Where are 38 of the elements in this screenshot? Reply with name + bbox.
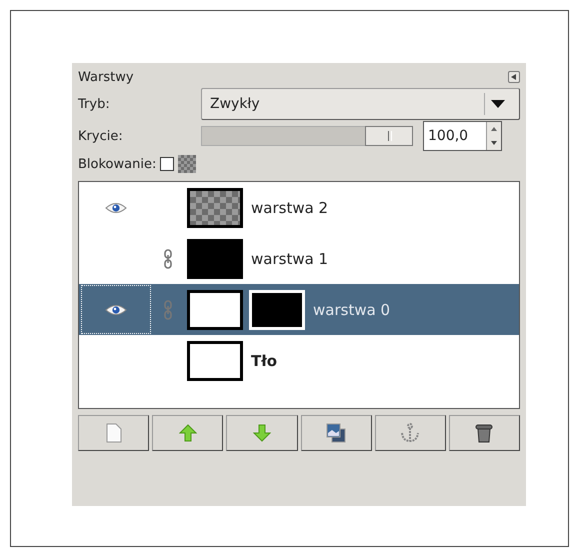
down-arrow-icon <box>252 424 271 442</box>
dropdown-arrow-icon <box>491 100 505 108</box>
layer-name: warstwa 1 <box>251 250 328 268</box>
layer-name: Tło <box>251 352 278 370</box>
raise-layer-button[interactable] <box>152 415 224 451</box>
opacity-label: Krycie: <box>78 128 124 144</box>
trash-icon <box>475 423 494 443</box>
mode-label: Tryb: <box>78 96 111 112</box>
layer-row[interactable]: warstwa 1 <box>79 233 519 284</box>
chain-icon <box>164 248 172 268</box>
anchor-icon <box>400 423 420 443</box>
layer-name: warstwa 0 <box>313 300 390 318</box>
duplicate-layer-button[interactable] <box>300 415 372 451</box>
layer-name: warstwa 2 <box>251 198 328 216</box>
layer-row[interactable]: warstwa 2 <box>79 182 519 233</box>
checkerboard-icon <box>178 155 196 173</box>
lower-layer-button[interactable] <box>226 415 298 451</box>
up-arrow-icon <box>178 424 197 442</box>
opacity-slider[interactable] <box>201 126 413 146</box>
blank-page-icon <box>106 423 122 443</box>
lock-label: Blokowanie: <box>78 156 156 172</box>
layer-row[interactable]: warstwa 0 <box>79 284 519 335</box>
new-layer-button[interactable] <box>78 415 150 451</box>
layer-row[interactable]: Tło <box>79 335 519 386</box>
eye-icon <box>105 304 127 316</box>
chain-icon <box>164 300 172 320</box>
left-triangle-icon <box>511 74 517 80</box>
duplicate-icon <box>326 423 346 443</box>
tab-menu-button[interactable] <box>508 71 520 83</box>
lock-checkbox[interactable] <box>160 157 174 171</box>
opacity-spinbox[interactable]: 100,0 <box>423 121 502 151</box>
up-triangle-icon <box>491 127 497 131</box>
down-triangle-icon <box>491 141 497 145</box>
mode-dropdown[interactable]: Zwykły <box>201 88 520 120</box>
eye-icon <box>105 202 127 214</box>
panel-title: Warstwy <box>78 70 134 84</box>
delete-layer-button[interactable] <box>448 415 520 451</box>
anchor-layer-button[interactable] <box>374 415 446 451</box>
